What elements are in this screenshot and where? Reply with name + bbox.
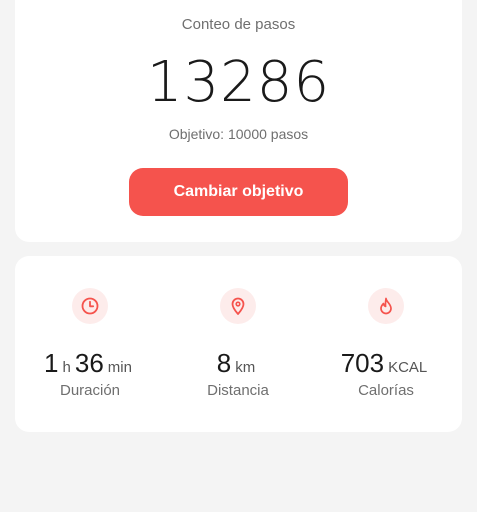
duration-value: 1 h 36 min — [15, 348, 165, 379]
duration-hours: 1 — [44, 348, 59, 378]
distance-unit: km — [235, 359, 256, 376]
duration-minutes-unit: min — [107, 359, 132, 376]
duration-minutes: 36 — [74, 348, 104, 378]
flame-icon — [368, 288, 404, 324]
calories-stat: 703 KCAL Calorías — [311, 256, 461, 432]
step-count-value: 13286 — [146, 50, 331, 115]
calories-label: Calorías — [358, 382, 414, 399]
distance-number: 8 — [216, 348, 232, 378]
activity-stats-card: 1 h 36 min Duración 8 km Distancia 703 KCAL C… — [15, 256, 462, 432]
calories-unit: KCAL — [388, 359, 428, 376]
distance-value: 8 km — [163, 348, 313, 379]
step-count-title: Conteo de pasos — [181, 16, 296, 33]
step-count-card: Conteo de pasos 13286 Objetivo: 10000 pa… — [15, 0, 462, 242]
duration-label: Duración — [59, 382, 121, 399]
calories-value: 703 KCAL — [311, 348, 461, 379]
change-goal-button[interactable]: Cambiar objetivo — [129, 168, 348, 216]
step-goal-text: Objetivo: 10000 pasos — [168, 126, 309, 142]
distance-label: Distancia — [207, 382, 269, 399]
location-pin-icon — [220, 288, 256, 324]
calories-number: 703 — [340, 348, 385, 378]
duration-hours-unit: h — [62, 359, 71, 376]
distance-stat: 8 km Distancia — [163, 256, 313, 432]
duration-stat: 1 h 36 min Duración — [15, 256, 165, 432]
clock-icon — [72, 288, 108, 324]
